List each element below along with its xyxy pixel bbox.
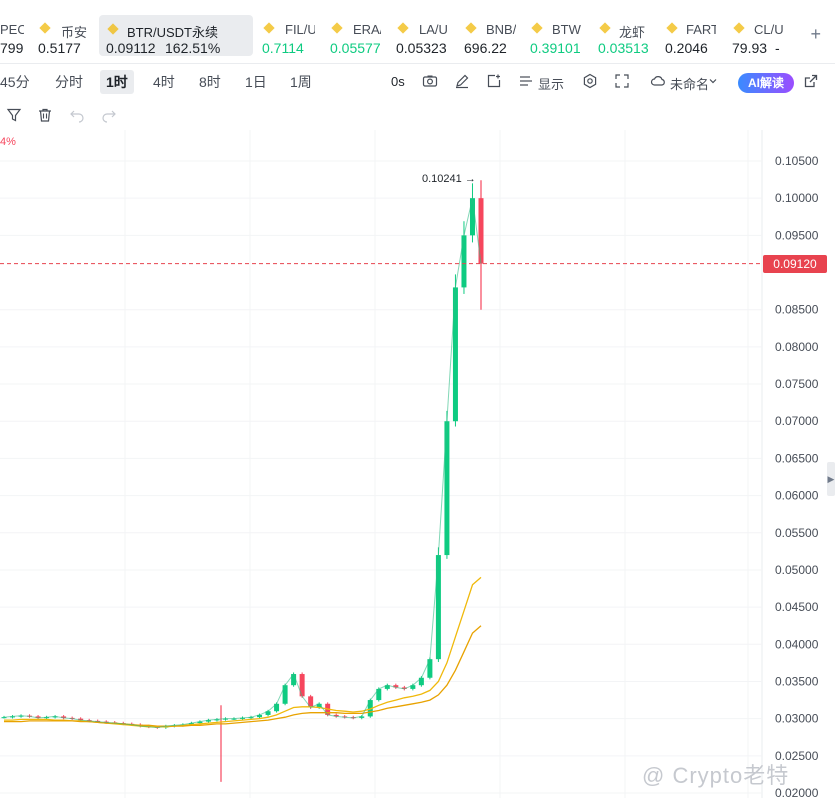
indicators-icon[interactable] [518,73,534,89]
ticker-change: 162.51% [165,40,221,56]
ticker-name: LA/U [419,22,447,37]
chart-toolbar: 45分 分时 1时 4时 8时 1日 1周 0s 显示 未命名 [0,64,835,100]
interval-45m[interactable]: 45分 [0,72,30,92]
ticker-peof[interactable]: PEOF 799 [0,14,26,58]
cloud-icon[interactable] [650,73,666,89]
y-tick-label: 0.08000 [775,340,819,354]
y-tick-label: 0.06500 [775,451,819,465]
ticker-price: 0.39101 [530,40,581,56]
ticker-price: 79.93 [732,40,768,56]
y-tick-label: 0.10000 [775,191,819,205]
favorite-diamond-icon [733,22,745,34]
y-tick-label: 0.05000 [775,563,819,577]
favorite-diamond-icon [39,22,51,34]
interval-1d[interactable]: 1日 [245,72,267,92]
ticker-name: FIL/U [285,22,315,37]
y-tick-label: 0.05500 [775,526,819,540]
watermark: @ Crypto老特 [642,763,790,788]
y-tick-label: 0.08500 [775,303,819,317]
drawing-tools [0,100,835,130]
countdown-label: 0s [391,74,405,89]
layout-name-dropdown[interactable]: 未命名 [670,74,709,93]
favorite-diamond-icon [397,22,409,34]
filter-icon[interactable] [6,107,22,123]
interval-4h[interactable]: 4时 [153,72,175,92]
favorite-diamond-icon [107,23,119,35]
ticker-binance[interactable]: 币安 0.5177 [38,14,98,58]
favorite-diamond-icon [331,22,343,34]
redo-icon[interactable] [101,107,117,123]
interval-1w[interactable]: 1周 [290,72,312,92]
ticker-price: 0.5177 [38,40,81,56]
favorite-diamond-icon [599,22,611,34]
ticker-change: - [775,40,780,56]
settings-gear-icon[interactable] [582,73,598,89]
trash-icon[interactable] [37,107,53,123]
ticker-lobster[interactable]: 龙虾 0.03513 [598,14,650,58]
ticker-price: 0.7114 [262,40,304,56]
ticker-price: 696.22 [464,40,507,56]
pencil-icon[interactable] [454,73,470,89]
ticker-fart[interactable]: FART 0.2046 [665,14,717,58]
ticker-fil[interactable]: FIL/U 0.7114 [262,14,322,58]
ticker-cl[interactable]: CL/U 79.93 - [732,14,790,58]
ticker-price: 0.2046 [665,40,708,56]
y-tick-label: 0.10500 [775,154,819,168]
display-menu[interactable]: 显示 [538,74,564,93]
ticker-bar: PEOF 799 币安 0.5177 BTR/USDT永续 0.09112 16… [0,0,835,64]
y-tick-label: 0.07000 [775,414,819,428]
ticker-price: 799 [0,40,24,56]
ticker-name: 龙虾 [619,25,646,40]
favorite-diamond-icon [666,22,678,34]
ticker-price: 0.03513 [598,40,649,56]
ticker-name: BTW [552,22,581,37]
fullscreen-icon[interactable] [614,73,630,89]
ticker-name: BTR/USDT永续 [127,25,219,40]
ai-analysis-button[interactable]: AI解读 [738,73,794,93]
share-icon[interactable] [803,73,819,89]
ticker-name: PEOF [0,22,24,37]
ticker-price: 0.05323 [396,40,447,56]
favorite-diamond-icon [465,22,477,34]
favorite-diamond-icon [531,22,543,34]
ticker-btw[interactable]: BTW 0.39101 [530,14,590,58]
y-tick-label: 0.04500 [775,600,819,614]
high-price-marker: 0.10241 → [422,173,476,185]
add-window-icon[interactable] [486,73,502,89]
last-price-tag: 0.09120 [763,255,827,273]
ticker-name: 币安 [61,25,88,40]
close-line [3,198,482,729]
y-tick-label: 0.06000 [775,489,819,503]
undo-icon[interactable] [69,107,85,123]
interval-8h[interactable]: 8时 [199,72,221,92]
ma-slow-line [4,625,482,727]
change-percent-badge: 4% [0,136,16,148]
chevron-down-icon[interactable] [708,76,718,86]
price-chart[interactable]: 0.10500 0.10000 0.09500 0.08500 0.08000 0.075… [0,130,835,798]
camera-icon[interactable] [422,73,438,89]
interval-1h[interactable]: 1时 [100,70,134,94]
y-tick-label: 0.07500 [775,377,819,391]
y-tick-label: 0.09500 [775,228,819,242]
ticker-name: BNB/ [486,22,516,37]
ticker-price: 0.05577 [330,40,381,56]
ticker-la[interactable]: LA/U 0.05323 [396,14,450,58]
ticker-era[interactable]: ERA/ 0.05577 [330,14,384,58]
ticker-price: 0.09112 [106,40,156,56]
favorite-diamond-icon [263,22,275,34]
ticker-name: FART [686,22,716,37]
ticker-name: ERA/ [353,22,381,37]
side-panel-toggle[interactable]: ▶ [827,462,835,496]
add-ticker-button[interactable]: + [810,24,821,45]
y-tick-label: 0.04000 [775,637,819,651]
y-tick-label: 0.03500 [775,674,819,688]
ticker-bnb[interactable]: BNB/ 696.22 [464,14,518,58]
ticker-btr-active[interactable]: BTR/USDT永续 0.09112 162.51% [99,15,253,56]
y-tick-label: 0.03000 [775,712,819,726]
ticker-name: CL/U [754,22,784,37]
interval-timeline[interactable]: 分时 [55,72,83,92]
